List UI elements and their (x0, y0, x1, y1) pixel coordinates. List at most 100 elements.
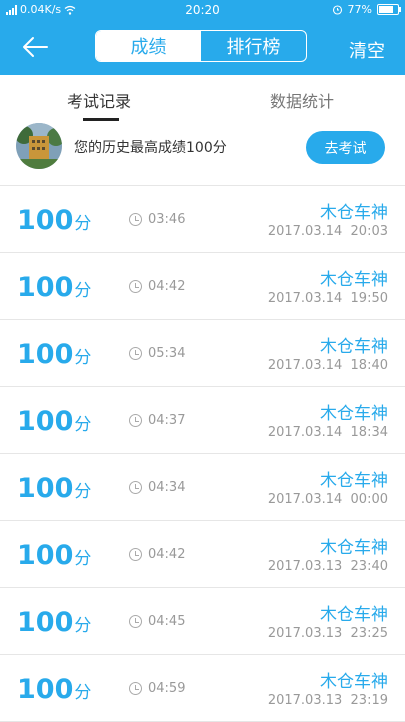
record-time: 23:40 (350, 559, 388, 574)
score-unit: 分 (74, 616, 92, 636)
record-time: 20:03 (350, 224, 388, 239)
record-score: 100分 (17, 406, 91, 437)
score-unit: 分 (74, 281, 92, 301)
score-unit: 分 (74, 348, 92, 368)
profile-summary: 您的历史最高成绩100分 去考试 (0, 121, 405, 186)
duration-value: 05:34 (148, 346, 186, 361)
record-datetime: 2017.03.14 18:40 (268, 358, 388, 373)
record-score: 100分 (17, 339, 91, 370)
score-unit: 分 (74, 214, 92, 234)
record-row[interactable]: 100分 04:42 木仓车神 2017.03.14 19:50 (0, 253, 405, 320)
record-score: 100分 (17, 674, 91, 705)
score-value: 100 (17, 339, 74, 370)
record-row[interactable]: 100分 04:37 木仓车神 2017.03.14 18:34 (0, 387, 405, 454)
alarm-icon (332, 5, 342, 15)
record-time: 23:25 (350, 626, 388, 641)
record-time: 18:34 (350, 425, 388, 440)
record-datetime: 2017.03.13 23:19 (268, 693, 388, 708)
record-time: 00:00 (350, 492, 388, 507)
record-date: 2017.03.14 (267, 291, 343, 306)
tab-scores[interactable]: 成绩 (96, 31, 201, 61)
duration-value: 04:42 (148, 547, 186, 562)
score-unit: 分 (74, 415, 92, 435)
score-value: 100 (17, 406, 74, 437)
clock-icon (129, 414, 142, 427)
take-exam-button[interactable]: 去考试 (306, 131, 385, 164)
tab-exam-records[interactable]: 考试记录 (67, 88, 131, 112)
record-datetime: 2017.03.14 20:03 (268, 224, 388, 239)
battery-icon (377, 4, 401, 15)
avatar[interactable] (16, 123, 62, 169)
record-row[interactable]: 100分 03:46 木仓车神 2017.03.14 20:03 (0, 186, 405, 253)
duration-value: 04:34 (148, 480, 186, 495)
record-score: 100分 (17, 272, 91, 303)
clock-icon (129, 548, 142, 561)
record-duration: 04:42 (129, 279, 185, 294)
record-date: 2017.03.14 (267, 224, 343, 239)
record-user-name: 木仓车神 (320, 605, 388, 625)
score-value: 100 (17, 540, 74, 571)
arrow-left-icon (23, 37, 48, 57)
score-value: 100 (17, 473, 74, 504)
record-user-name: 木仓车神 (320, 471, 388, 491)
record-duration: 05:34 (129, 346, 185, 361)
record-user-name: 木仓车神 (320, 337, 388, 357)
record-row[interactable]: 100分 04:42 木仓车神 2017.03.13 23:40 (0, 521, 405, 588)
record-datetime: 2017.03.13 23:40 (268, 559, 388, 574)
top-bar: 0.04K/s 20:20 77% 成绩 排行榜 清空 (0, 0, 405, 75)
clock-icon (129, 481, 142, 494)
record-row[interactable]: 100分 04:45 木仓车神 2017.03.13 23:25 (0, 588, 405, 655)
duration-value: 04:59 (148, 681, 186, 696)
clock-icon (129, 682, 142, 695)
segmented-tabs: 成绩 排行榜 (95, 30, 307, 62)
record-time: 19:50 (350, 291, 388, 306)
avatar-image (16, 123, 62, 169)
record-datetime: 2017.03.14 00:00 (268, 492, 388, 507)
record-date: 2017.03.13 (267, 559, 343, 574)
record-duration: 04:45 (129, 614, 185, 629)
tab-statistics[interactable]: 数据统计 (270, 88, 334, 112)
clock-icon (129, 213, 142, 226)
record-user-name: 木仓车神 (320, 538, 388, 558)
score-value: 100 (17, 272, 74, 303)
battery-percent: 77% (347, 3, 372, 16)
tab-leaderboard[interactable]: 排行榜 (201, 31, 306, 61)
clear-button[interactable]: 清空 (349, 37, 385, 63)
score-unit: 分 (74, 549, 92, 569)
record-user-name: 木仓车神 (320, 203, 388, 223)
record-row[interactable]: 100分 04:34 木仓车神 2017.03.14 00:00 (0, 454, 405, 521)
record-duration: 04:59 (129, 681, 185, 696)
record-duration: 04:42 (129, 547, 185, 562)
back-button[interactable] (21, 35, 49, 59)
record-row[interactable]: 100分 04:59 木仓车神 2017.03.13 23:19 (0, 655, 405, 722)
record-row[interactable]: 100分 05:34 木仓车神 2017.03.14 18:40 (0, 320, 405, 387)
record-score: 100分 (17, 473, 91, 504)
duration-value: 04:42 (148, 279, 186, 294)
sub-tabs: 考试记录 数据统计 (0, 75, 405, 121)
record-user-name: 木仓车神 (320, 404, 388, 424)
battery-level (379, 6, 393, 13)
record-datetime: 2017.03.14 18:34 (268, 425, 388, 440)
record-user-name: 木仓车神 (320, 672, 388, 692)
score-value: 100 (17, 205, 74, 236)
exam-record-list: 100分 03:46 木仓车神 2017.03.14 20:03 100分 04… (0, 186, 405, 722)
status-right: 77% (332, 3, 401, 16)
duration-value: 03:46 (148, 212, 186, 227)
score-unit: 分 (74, 482, 92, 502)
clock-icon (129, 347, 142, 360)
record-date: 2017.03.13 (267, 693, 343, 708)
score-value: 100 (17, 607, 74, 638)
duration-value: 04:37 (148, 413, 186, 428)
record-time: 18:40 (350, 358, 388, 373)
record-date: 2017.03.14 (267, 492, 343, 507)
record-score: 100分 (17, 607, 91, 638)
clock-icon (129, 280, 142, 293)
record-user-name: 木仓车神 (320, 270, 388, 290)
record-duration: 04:37 (129, 413, 185, 428)
record-duration: 03:46 (129, 212, 185, 227)
status-bar: 0.04K/s 20:20 77% (0, 0, 405, 20)
record-date: 2017.03.14 (267, 425, 343, 440)
record-date: 2017.03.14 (267, 358, 343, 373)
duration-value: 04:45 (148, 614, 186, 629)
record-score: 100分 (17, 540, 91, 571)
